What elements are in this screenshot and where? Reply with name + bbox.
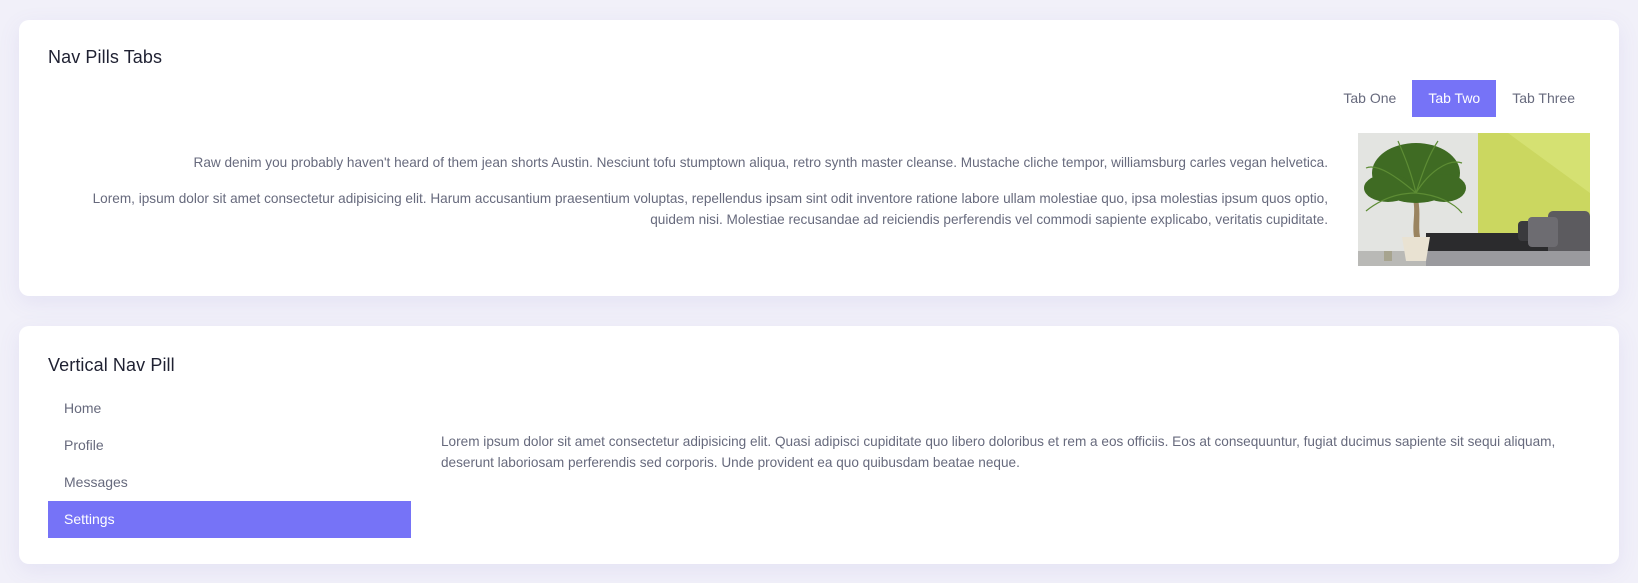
tab-paragraph: Raw denim you probably haven't heard of …	[193, 155, 1328, 170]
vertical-tab-content: Lorem ipsum dolor sit amet consectetur a…	[441, 434, 1556, 470]
tab-content-text: Raw denim you probably haven't heard of …	[48, 152, 1328, 245]
vertical-nav-pill-card: Vertical Nav Pill Home Profile Messages …	[19, 326, 1619, 564]
room-plant-image	[1358, 133, 1590, 266]
tab-two[interactable]: Tab Two	[1412, 80, 1497, 117]
tab-one[interactable]: Tab One	[1327, 80, 1412, 117]
nav-pills-tabs-card: Nav Pills Tabs Tab One Tab Two Tab Three…	[19, 20, 1619, 296]
vertical-pill-nav: Home Profile Messages Settings	[48, 390, 411, 538]
nav-item-profile[interactable]: Profile	[48, 427, 411, 464]
card-title: Nav Pills Tabs	[48, 47, 163, 67]
nav-item-messages[interactable]: Messages	[48, 464, 411, 501]
tab-three[interactable]: Tab Three	[1496, 80, 1591, 117]
card-title: Vertical Nav Pill	[48, 355, 175, 375]
horizontal-pill-tabs: Tab One Tab Two Tab Three	[1327, 80, 1591, 117]
nav-item-settings[interactable]: Settings	[48, 501, 411, 538]
nav-item-home[interactable]: Home	[48, 390, 411, 427]
tab-paragraph: Lorem, ipsum dolor sit amet consectetur …	[92, 191, 1328, 227]
